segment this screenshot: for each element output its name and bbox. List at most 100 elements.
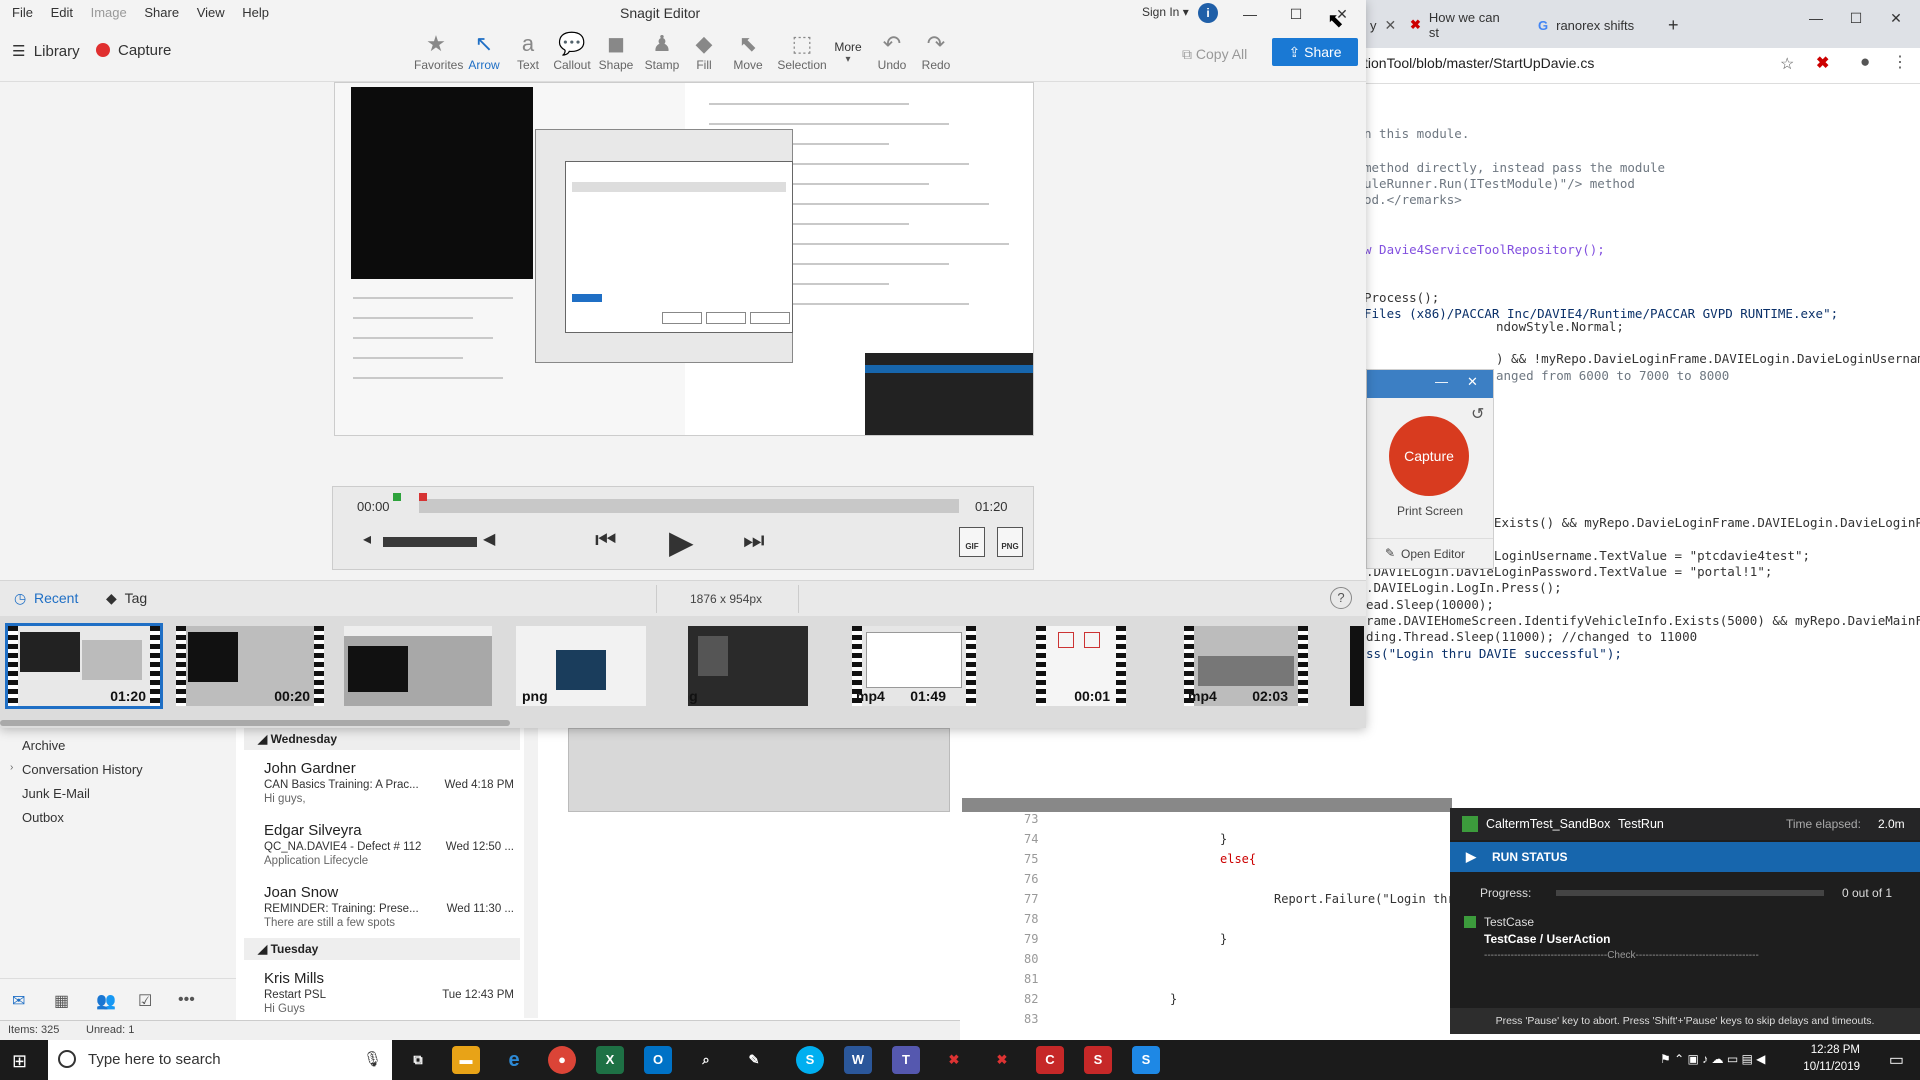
- thumbnail[interactable]: 01:20: [5, 623, 163, 709]
- export-gif-button[interactable]: GIF: [959, 527, 985, 557]
- timeline-track[interactable]: [419, 499, 959, 513]
- tool-favorites[interactable]: ★ Favorites: [414, 30, 463, 80]
- play-icon[interactable]: ▶: [669, 523, 694, 561]
- file-explorer-icon[interactable]: ▬: [452, 1046, 480, 1074]
- list-item[interactable]: Edgar Silveyra QC_NA.DAVIE4 - Defect # 1…: [264, 822, 520, 867]
- more-icon[interactable]: •••: [178, 991, 195, 1009]
- clock-date[interactable]: 10/11/2019: [1803, 1061, 1860, 1073]
- help-icon[interactable]: ?: [1330, 587, 1352, 609]
- profile-icon[interactable]: ●: [1860, 52, 1870, 72]
- browser-tab[interactable]: ✖ How we can st: [1400, 10, 1520, 40]
- copy-all-button[interactable]: ⧉ Copy All: [1182, 46, 1247, 63]
- thumbnail[interactable]: png: [688, 626, 808, 706]
- skype-icon[interactable]: S: [796, 1046, 824, 1074]
- browser-tab[interactable]: G ranorex shifts: [1528, 10, 1648, 40]
- close-icon[interactable]: ✕: [1385, 17, 1397, 34]
- excel-icon[interactable]: X: [596, 1046, 624, 1074]
- close-icon[interactable]: ✕: [1876, 6, 1916, 30]
- group-header[interactable]: ◢ Tuesday: [244, 938, 520, 960]
- tag-tab[interactable]: ◆ Tag: [106, 590, 147, 607]
- chrome-icon[interactable]: ●: [548, 1046, 576, 1074]
- volume-low-icon[interactable]: ◂: [363, 529, 371, 549]
- windows-start-icon[interactable]: ⊞: [12, 1051, 27, 1072]
- ranorex-icon[interactable]: ✖: [940, 1046, 968, 1074]
- thumbnail[interactable]: [1350, 626, 1364, 706]
- notepad-icon[interactable]: ✎: [740, 1046, 768, 1074]
- library-button[interactable]: ☰ Library: [12, 42, 80, 60]
- run-status-bar[interactable]: ▶ RUN STATUS: [1450, 842, 1920, 872]
- info-icon[interactable]: i: [1198, 3, 1218, 23]
- start-marker[interactable]: [393, 493, 401, 501]
- list-item[interactable]: Kris Mills Restart PSL Tue 12:43 PM Hi Gu…: [264, 970, 520, 1015]
- tasks-icon[interactable]: ☑: [138, 991, 152, 1011]
- folder-conversation-history[interactable]: Conversation History: [22, 762, 143, 777]
- address-bar[interactable]: tionTool/blob/master/StartUpDavie.cs ☆ ✖…: [1360, 48, 1920, 84]
- list-item[interactable]: Joan Snow REMINDER: Training: Prese... We…: [264, 884, 520, 929]
- share-button[interactable]: ⇪ Share: [1272, 38, 1358, 66]
- thumbnail[interactable]: mp4 01:49: [852, 626, 976, 706]
- tool-selection[interactable]: ⬚ Selection: [776, 30, 828, 80]
- extension-icon[interactable]: ✖: [1816, 53, 1829, 73]
- tool-redo[interactable]: ↷ Redo: [914, 30, 958, 80]
- snagit-editor-icon[interactable]: S: [1132, 1046, 1160, 1074]
- microphone-icon[interactable]: 🎙: [363, 1050, 382, 1068]
- editor-canvas[interactable]: 00:00 01:20 ◂ ◀ ⏮ ▶ ⏭ GIF PNG: [0, 82, 1366, 580]
- teams-icon[interactable]: T: [892, 1046, 920, 1074]
- menu-share[interactable]: Share: [144, 5, 179, 20]
- volume-slider[interactable]: [383, 537, 477, 547]
- sign-in-button[interactable]: Sign In ▾: [1142, 5, 1189, 19]
- tool-undo[interactable]: ↶ Undo: [870, 30, 914, 80]
- group-header[interactable]: ◢ Wednesday: [244, 728, 520, 750]
- expand-icon[interactable]: ›: [10, 762, 13, 773]
- thumbnail[interactable]: 00:20: [176, 626, 324, 706]
- tool-text[interactable]: a Text: [506, 30, 550, 80]
- edge-icon[interactable]: e: [500, 1046, 528, 1074]
- thumbnail[interactable]: mp4 02:03: [1184, 626, 1308, 706]
- menu-help[interactable]: Help: [242, 5, 269, 20]
- menu-image[interactable]: Image: [91, 5, 127, 20]
- capture-button[interactable]: Capture: [1389, 416, 1469, 496]
- thumbnail[interactable]: 00:01: [1036, 626, 1126, 706]
- outlook-icon[interactable]: O: [644, 1046, 672, 1074]
- action-center-icon[interactable]: ▭: [1889, 1050, 1904, 1070]
- word-icon[interactable]: W: [844, 1046, 872, 1074]
- snagit-icon[interactable]: S: [1084, 1046, 1112, 1074]
- folder-junk-email[interactable]: Junk E-Mail: [22, 786, 90, 801]
- thumbnail[interactable]: png: [516, 626, 646, 706]
- menu-file[interactable]: File: [12, 5, 33, 20]
- minimize-icon[interactable]: —: [1796, 6, 1836, 30]
- menu-icon[interactable]: ⋮: [1892, 52, 1908, 72]
- minimize-icon[interactable]: —: [1435, 374, 1448, 389]
- tool-shape[interactable]: ◼ Shape: [594, 30, 638, 80]
- close-icon[interactable]: ✕: [1467, 374, 1478, 390]
- clock-time[interactable]: 12:28 PM: [1811, 1044, 1860, 1056]
- folder-archive[interactable]: Archive: [22, 738, 65, 753]
- capture-button[interactable]: Capture: [96, 42, 171, 59]
- maximize-icon[interactable]: ☐: [1276, 2, 1316, 26]
- tool-arrow[interactable]: ↖ Arrow: [462, 30, 506, 80]
- new-tab-button[interactable]: +: [1658, 10, 1689, 40]
- tray-scrollbar[interactable]: [0, 720, 510, 726]
- list-item[interactable]: John Gardner CAN Basics Training: A Prac…: [264, 760, 520, 805]
- tool-fill[interactable]: ◆ Fill: [682, 30, 726, 80]
- step-forward-icon[interactable]: ⏭: [743, 527, 765, 555]
- notification-area-icons[interactable]: ⚑ ⌃ ▣ ♪ ☁ ▭ ▤ ◀: [1660, 1052, 1765, 1066]
- tool-callout[interactable]: 💬 Callout: [550, 30, 594, 80]
- ranorex-studio-icon[interactable]: ✖: [988, 1046, 1016, 1074]
- reset-icon[interactable]: ↺: [1471, 404, 1484, 424]
- search-box[interactable]: Type here to search 🎙: [48, 1040, 392, 1080]
- folder-outbox[interactable]: Outbox: [22, 810, 64, 825]
- export-png-button[interactable]: PNG: [997, 527, 1023, 557]
- menu-edit[interactable]: Edit: [51, 5, 73, 20]
- thumbnail[interactable]: [344, 626, 492, 706]
- tool-move[interactable]: ⬉ Move: [726, 30, 770, 80]
- end-marker[interactable]: [419, 493, 427, 501]
- open-editor-button[interactable]: Open Editor ✎: [1367, 538, 1493, 568]
- minimize-icon[interactable]: —: [1230, 2, 1270, 26]
- recent-tab[interactable]: ◷ Recent: [14, 590, 78, 607]
- snagit-capture-icon[interactable]: C: [1036, 1046, 1064, 1074]
- task-view-icon[interactable]: ⧉: [404, 1046, 432, 1074]
- volume-high-icon[interactable]: ◀: [483, 529, 495, 549]
- magnifier-icon[interactable]: ⌕: [692, 1046, 720, 1074]
- people-icon[interactable]: 👥: [96, 991, 116, 1011]
